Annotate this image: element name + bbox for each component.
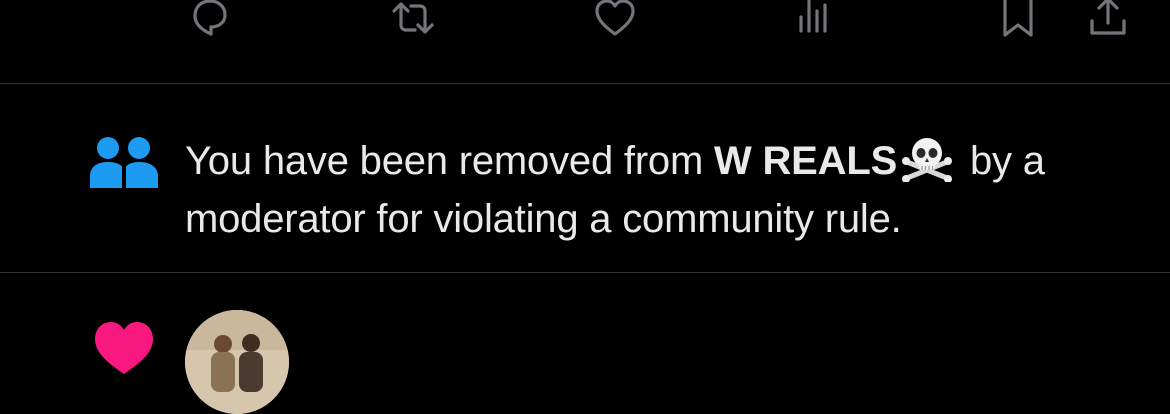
- notification-text: You have been removed from W REALS by a …: [185, 132, 1155, 248]
- repost-icon[interactable]: [383, 0, 443, 48]
- views-icon[interactable]: [786, 0, 846, 48]
- divider: [0, 272, 1170, 273]
- bookmark-icon[interactable]: [988, 0, 1048, 48]
- notification-text-before: You have been removed from: [185, 139, 715, 183]
- heart-icon: [92, 318, 156, 378]
- reply-icon[interactable]: [180, 0, 240, 48]
- share-icon[interactable]: [1078, 0, 1138, 48]
- post-action-bar: [0, 0, 1170, 60]
- community-name[interactable]: W REALS: [714, 139, 897, 183]
- like-icon[interactable]: [585, 0, 645, 48]
- skull-and-crossbones-icon: [901, 136, 953, 183]
- avatar[interactable]: [185, 310, 289, 414]
- community-people-icon: [86, 134, 162, 190]
- notification-item[interactable]: You have been removed from W REALS by a …: [0, 84, 1170, 272]
